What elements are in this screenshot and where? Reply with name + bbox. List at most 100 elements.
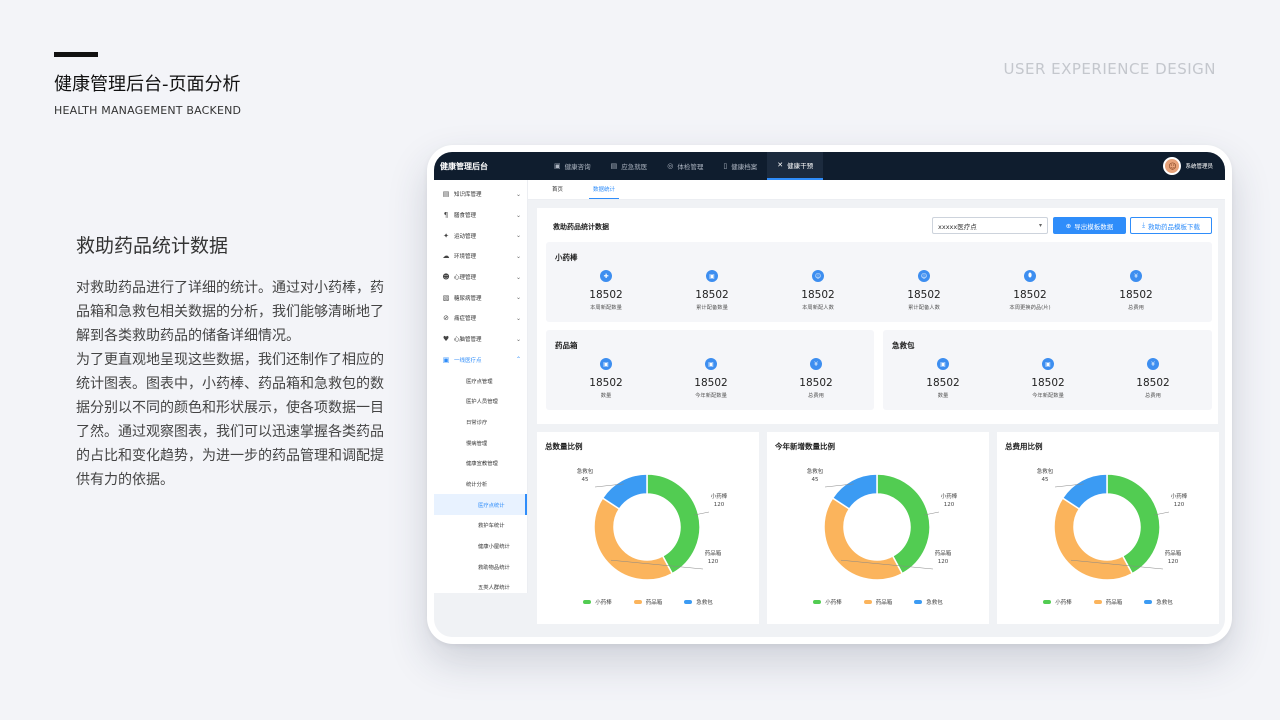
avatar[interactable]: ☺: [1163, 157, 1182, 175]
stat-label: 数量: [600, 393, 612, 399]
card-title: 小药棒: [555, 253, 578, 262]
chevron-down-icon: ⌄: [515, 252, 521, 260]
intervention-icon: ✕: [777, 161, 784, 169]
legend-item[interactable]: 急救包: [1144, 598, 1173, 606]
legend-swatch: [914, 600, 923, 604]
sidebar-subitem[interactable]: 医护人员管理: [434, 391, 527, 412]
sidebar-subitem[interactable]: 慢病管理: [434, 432, 527, 453]
legend-item[interactable]: 药品箱: [863, 598, 892, 606]
chevron-down-icon: ⌄: [515, 190, 521, 198]
chart-legend: 小药棒 药品箱 急救包: [997, 598, 1219, 606]
sidebar-item-1[interactable]: ▤ 知识库管理 ⌄: [434, 184, 527, 205]
download-template-button[interactable]: ⤓ 救助药品模板下载: [1130, 217, 1212, 234]
nav-item-1[interactable]: ▣ 健康咨询: [544, 152, 601, 180]
export-icon: ⊕: [1065, 221, 1072, 230]
stat-item: ▣ 18502 今年新配数量: [671, 358, 751, 399]
sidebar-stat-item[interactable]: 五类人群统计: [434, 577, 527, 598]
slice-label: 120: [944, 502, 955, 508]
sidebar-item-6[interactable]: ▧ 糖尿病管理 ⌄: [434, 287, 527, 308]
chevron-down-icon: ⌄: [515, 314, 521, 322]
sidebar-item-4[interactable]: ☁ 环境管理 ⌄: [434, 246, 527, 267]
stat-label: 总费用: [808, 393, 824, 399]
sidebar-stat-item[interactable]: 医疗点统计: [434, 494, 527, 515]
sidebar-subitem[interactable]: 统计分析: [434, 474, 527, 495]
stat-label: 本周更换药品(片): [1009, 305, 1051, 311]
sidebar-item-3[interactable]: ✦ 运动管理 ⌄: [434, 225, 527, 246]
stat-value: 18502: [907, 289, 941, 301]
stat-item: ▣ 18502 今年新配数量: [1008, 358, 1088, 399]
sidebar-item-2[interactable]: ¶ 膳食管理 ⌄: [434, 205, 527, 226]
legend-label: 急救包: [926, 600, 943, 606]
nav-item-label: 健康档案: [731, 163, 758, 171]
sidebar-item-icon: ⊘: [443, 314, 449, 323]
stat-item: ¥18502 总费用: [1113, 358, 1193, 399]
export-data-button[interactable]: ⊕ 导出模板数据: [1053, 217, 1126, 234]
sidebar-item-label: 痛症管理: [454, 316, 477, 323]
legend-item[interactable]: 小药棒: [1043, 598, 1072, 606]
sidebar-subitem[interactable]: 医疗点管理: [434, 370, 527, 391]
user-name: 系统管理员: [1185, 164, 1213, 170]
stat-label: 累计配备数量: [696, 305, 728, 311]
chart-panel-total-cost: 总费用比例 小药棒 120 药品箱 120 急救包 45 小药棒 药品箱 急救包: [997, 432, 1219, 624]
export-button-label: 导出模板数据: [1074, 222, 1114, 231]
legend-item[interactable]: 小药棒: [813, 598, 842, 606]
sidebar-stat-item[interactable]: 救护车统计: [434, 515, 527, 536]
chat-icon: ▣: [554, 162, 561, 170]
stat-label: 累计配备人数: [908, 305, 940, 311]
slide-subtitle: HEALTH MANAGEMENT BACKEND: [54, 104, 242, 117]
stats-panel: 救助药品统计数据 xxxxx医疗点 ▾ ⊕ 导出模板数据 ⤓ 救助药品模板下载 …: [537, 208, 1218, 424]
nav-item-2[interactable]: ▤ 应急就医: [601, 152, 658, 180]
slice-label: 小药棒: [941, 492, 958, 500]
chart-legend: 小药棒 药品箱 急救包: [767, 598, 989, 606]
app-screen: 健康管理后台 ▣ 健康咨询 ▤ 应急就医 ◎ 体检管理 ▯ 健康档案 ✕ 健康干预 ☺ 系统管理员…: [434, 152, 1225, 637]
panel-title: 救助药品统计数据: [553, 223, 609, 231]
sidebar-item-icon: ♥: [442, 335, 450, 344]
nav-item-3[interactable]: ◎ 体检管理: [657, 152, 713, 180]
stat-item: ⬮ 18502 本周更换药品(片): [990, 270, 1070, 311]
tab-2[interactable]: 数据统计: [589, 185, 620, 199]
nav-item-4[interactable]: ▯ 健康档案: [713, 152, 767, 180]
sidebar-item-5[interactable]: ☻ 心理管理 ⌄: [434, 267, 527, 288]
app-header: 健康管理后台 ▣ 健康咨询 ▤ 应急就医 ◎ 体检管理 ▯ 健康档案 ✕ 健康干预 ☺ 系统管理员: [434, 152, 1225, 180]
legend-item[interactable]: 药品箱: [1093, 598, 1122, 606]
stat-label: 今年新配数量: [1032, 393, 1064, 399]
legend-item[interactable]: 急救包: [684, 598, 713, 606]
legend-item[interactable]: 药品箱: [633, 598, 663, 606]
stat-value: 18502: [694, 377, 728, 389]
user-menu[interactable]: ☺ 系统管理员: [1163, 157, 1225, 175]
sidebar-subitem[interactable]: 日常诊疗: [434, 412, 527, 433]
legend-swatch: [684, 600, 693, 604]
slice-label: 急救包: [807, 467, 824, 475]
stat-value: 18502: [926, 377, 960, 389]
site-select[interactable]: xxxxx医疗点 ▾: [932, 217, 1048, 234]
sidebar: ▤ 知识库管理 ⌄ ¶ 膳食管理 ⌄ ✦ 运动管理 ⌄ ☁ 环境管理 ⌄ ☻ 心理管理 ⌄ ▧ 糖尿病管理 ⌄ ⊘ 痛…: [434, 180, 528, 593]
stick-card: 小药棒 ✚ 18502 本周新配数量 ▣ 18502 累计配备数量 ☺ 18502 本周新配人数…: [546, 242, 1212, 322]
section-paragraph: 为了更直观地呈现这些数据，我们还制作了相应的统计图表。图表中，小药棒、药品箱和急…: [76, 352, 384, 488]
section-body: 对救助药品进行了详细的统计。通过对小药棒，药品箱和急救包相关数据的分析，我们能够…: [76, 276, 394, 492]
legend-label: 药品箱: [645, 600, 663, 606]
legend-item[interactable]: 急救包: [914, 598, 943, 606]
slice-label: 45: [1042, 477, 1049, 483]
stat-value: 18502: [1013, 289, 1047, 301]
sidebar-subitem[interactable]: 健康宣教管理: [434, 453, 527, 474]
stat-item: ▣ 18502 数量: [903, 358, 983, 399]
emergency-icon: ▤: [610, 162, 618, 170]
tab-1[interactable]: 首页: [548, 185, 567, 199]
stat-value: 18502: [589, 377, 623, 389]
legend-item[interactable]: 小药棒: [583, 598, 612, 606]
sidebar-item-7[interactable]: ⊘ 痛症管理 ⌄: [434, 308, 527, 329]
sidebar-item-9[interactable]: ▣ 一线医疗点 ⌃: [434, 350, 527, 371]
legend-swatch: [633, 600, 642, 604]
stat-label: 本周新配人数: [802, 305, 834, 311]
sidebar-item-8[interactable]: ♥ 心脑管管理 ⌄: [434, 329, 527, 350]
legend-swatch: [863, 600, 872, 604]
section-paragraph: 对救助药品进行了详细的统计。通过对小药棒，药品箱和急救包相关数据的分析，我们能够…: [76, 280, 384, 344]
sidebar-stat-item[interactable]: 救助物品统计: [434, 556, 527, 577]
nav-item-label: 体检管理: [677, 163, 704, 171]
sidebar-stat-item[interactable]: 健康小屋统计: [434, 536, 527, 557]
nav-item-5[interactable]: ✕ 健康干预: [767, 152, 824, 180]
slice-label: 120: [708, 559, 719, 565]
slice-label: 急救包: [577, 467, 594, 475]
stat-value: 18502: [1136, 377, 1170, 389]
sidebar-item-label: 心理管理: [454, 275, 477, 282]
